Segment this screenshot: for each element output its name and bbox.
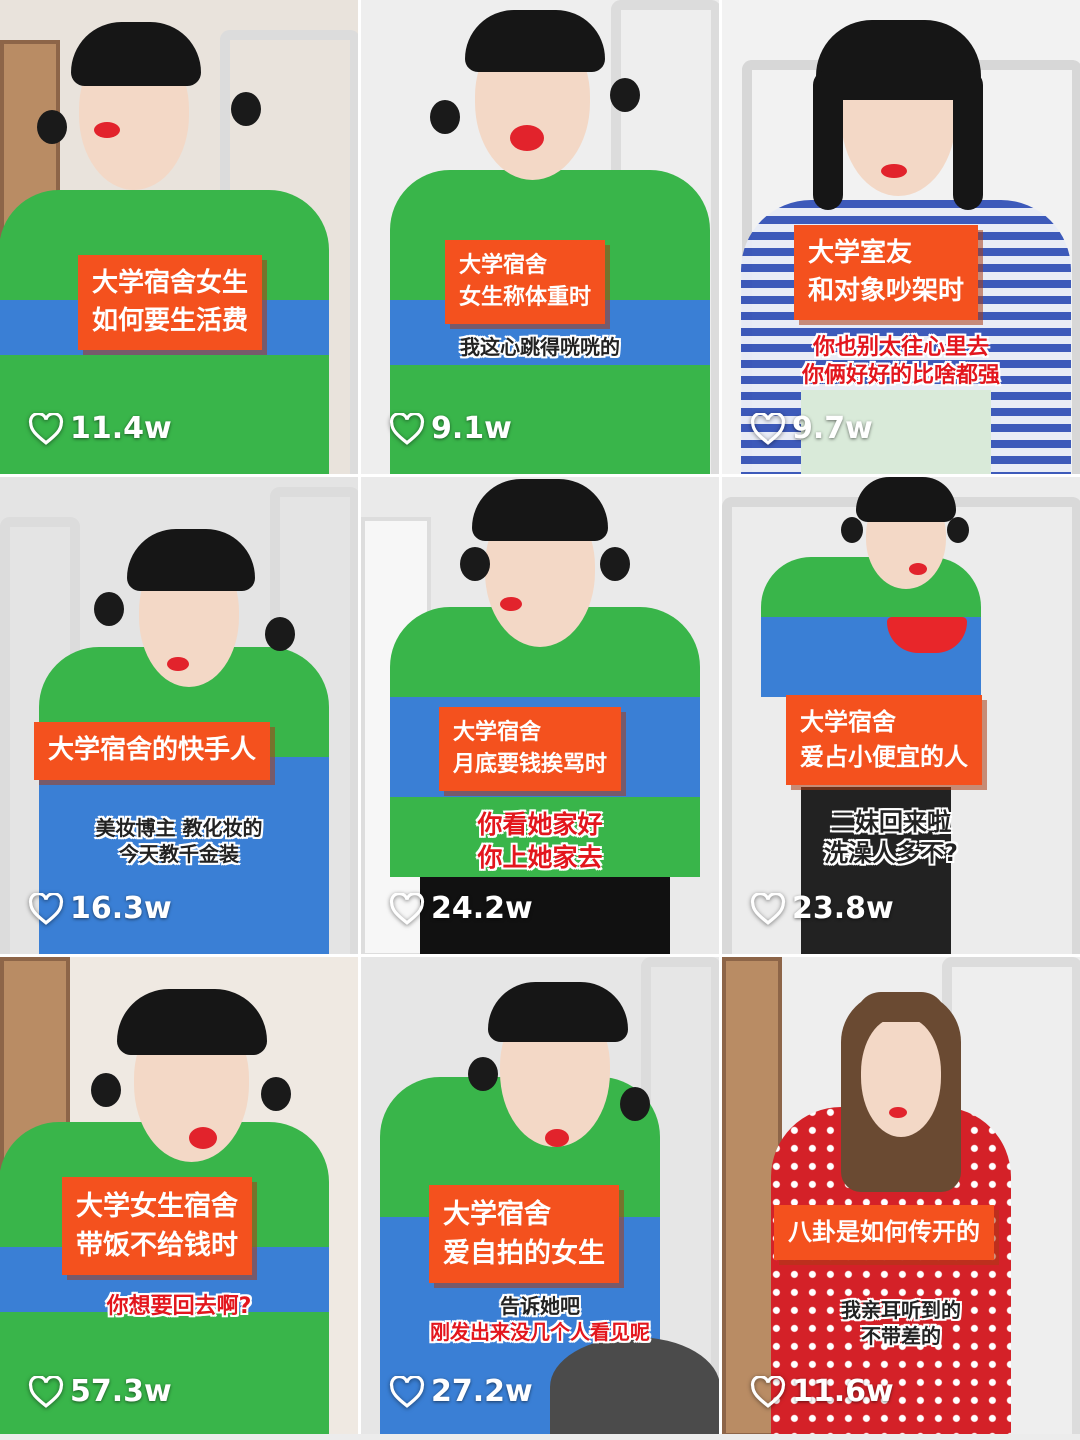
- video-title: 大学宿舍 爱占小便宜的人: [786, 695, 982, 785]
- video-card[interactable]: 大学宿舍的快手人 美妆博主 教化妆的 今天教千金装 16.3w: [0, 477, 358, 954]
- video-card[interactable]: 大学宿舍女生 如何要生活费 11.4w: [0, 0, 358, 474]
- heart-outline-icon: [28, 892, 64, 925]
- like-count: 11.6w: [750, 1374, 894, 1409]
- like-count: 27.2w: [389, 1374, 533, 1409]
- video-title: 八卦是如何传开的: [774, 1205, 994, 1260]
- video-subtitle: 你也别太往心里去 你俩好好的比啥都强: [801, 335, 1000, 388]
- heart-outline-icon: [389, 1375, 425, 1408]
- video-card[interactable]: 大学女生宿舍 带饭不给钱时 你想要回去啊? 57.3w: [0, 957, 358, 1437]
- video-card[interactable]: 八卦是如何传开的 我亲耳听到的 不带差的 11.6w: [722, 957, 1080, 1437]
- video-card[interactable]: 大学宿舍 月底要钱挨骂时 你看她家好 你上她家去 24.2w: [361, 477, 719, 954]
- next-row-edge: [0, 1434, 1080, 1440]
- video-subtitle: 告诉她吧 刚发出来没几个人看见呢: [430, 1294, 650, 1344]
- video-title: 大学宿舍 爱自拍的女生: [429, 1185, 619, 1284]
- video-subtitle: 二妹回来啦 洗澡人多不?: [824, 808, 958, 868]
- video-thumbnail: [722, 957, 1080, 1437]
- like-count: 9.7w: [750, 411, 873, 446]
- heart-outline-icon: [389, 412, 425, 445]
- video-thumbnail: [0, 0, 358, 474]
- video-title: 大学宿舍女生 如何要生活费: [78, 255, 263, 351]
- like-count: 16.3w: [28, 891, 172, 926]
- heart-outline-icon: [28, 1375, 64, 1408]
- video-thumbnail: [0, 477, 358, 954]
- heart-outline-icon: [389, 892, 425, 925]
- video-card[interactable]: 大学宿舍 女生称体重时 我这心跳得咣咣的 9.1w: [361, 0, 719, 474]
- like-count: 23.8w: [750, 891, 894, 926]
- heart-outline-icon: [28, 412, 64, 445]
- video-subtitle: 我这心跳得咣咣的: [460, 335, 620, 359]
- like-count: 11.4w: [28, 411, 172, 446]
- video-subtitle: 你想要回去啊?: [106, 1294, 252, 1319]
- video-title: 大学宿舍 女生称体重时: [445, 240, 606, 324]
- heart-outline-icon: [750, 892, 786, 925]
- heart-outline-icon: [750, 1375, 786, 1408]
- like-count: 9.1w: [389, 411, 512, 446]
- video-title: 大学女生宿舍 带饭不给钱时: [62, 1177, 252, 1276]
- video-card[interactable]: 大学宿舍 爱占小便宜的人 二妹回来啦 洗澡人多不? 23.8w: [722, 477, 1080, 954]
- video-subtitle: 你看她家好 你上她家去: [477, 810, 603, 872]
- video-title: 大学宿舍的快手人: [34, 722, 271, 780]
- video-card[interactable]: 大学宿舍 爱自拍的女生 告诉她吧 刚发出来没几个人看见呢 27.2w: [361, 957, 719, 1437]
- video-thumbnail: [361, 0, 719, 474]
- video-title: 大学室友 和对象吵架时: [794, 225, 979, 321]
- video-title: 大学宿舍 月底要钱挨骂时: [439, 707, 622, 791]
- video-card[interactable]: 大学室友 和对象吵架时 你也别太往心里去 你俩好好的比啥都强 9.7w: [722, 0, 1080, 474]
- like-count: 24.2w: [389, 891, 533, 926]
- video-grid: 大学宿舍女生 如何要生活费 11.4w 大学宿舍 女生称体重时 我这心跳得咣咣的…: [0, 0, 1080, 1440]
- video-subtitle: 我亲耳听到的 不带差的: [841, 1298, 961, 1348]
- like-count: 57.3w: [28, 1374, 172, 1409]
- video-subtitle: 美妆博主 教化妆的 今天教千金装: [95, 816, 263, 866]
- heart-outline-icon: [750, 412, 786, 445]
